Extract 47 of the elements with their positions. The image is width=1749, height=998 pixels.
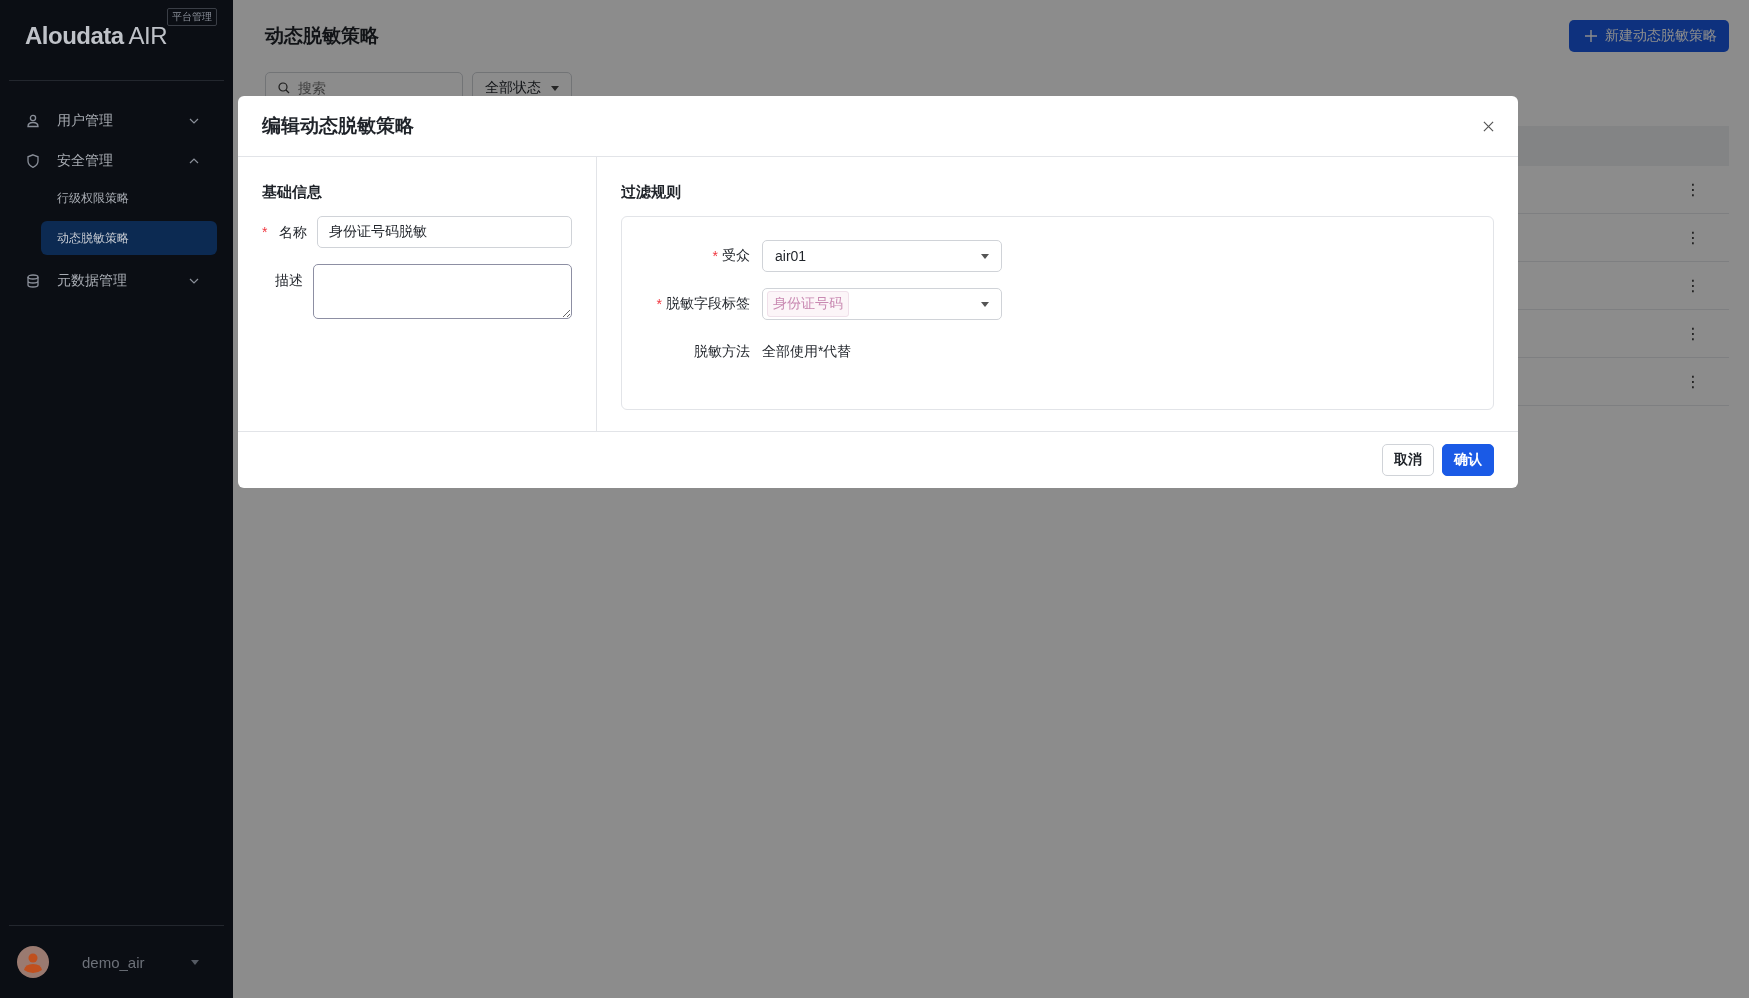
- required-mark: *: [656, 296, 662, 312]
- menu-label: 用户管理: [57, 112, 114, 130]
- section-heading: 过滤规则: [621, 183, 682, 202]
- confirm-button[interactable]: 确认: [1442, 444, 1494, 476]
- menu-group[interactable]: 安全管理: [0, 141, 233, 181]
- page-title: 动态脱敏策略: [265, 24, 379, 48]
- user-name[interactable]: demo_air: [82, 953, 191, 971]
- logo: Aloudata AIR: [25, 22, 168, 49]
- new-policy-button[interactable]: 新建动态脱敏策略: [1569, 20, 1729, 52]
- close-icon[interactable]: [1483, 120, 1494, 132]
- database-icon: [25, 273, 41, 289]
- field-label: 描述: [274, 271, 304, 290]
- field-label: 脱敏字段标签: [666, 295, 750, 313]
- description-input[interactable]: [313, 264, 572, 319]
- menu-item[interactable]: 动态脱敏策略: [41, 221, 217, 255]
- field-label: 名称: [277, 223, 308, 242]
- plus-icon: [1585, 30, 1597, 42]
- dialog-title: 编辑动态脱敏策略: [262, 114, 414, 138]
- more-button[interactable]: ⋮: [1685, 372, 1701, 391]
- tag: 身份证号码: [767, 291, 849, 317]
- shield-icon: [25, 153, 41, 169]
- name-input[interactable]: 身份证号码脱敏: [316, 216, 572, 248]
- required-mark: *: [262, 223, 269, 242]
- section-heading: 基础信息: [262, 183, 323, 202]
- caret-icon: [551, 85, 559, 91]
- more-button[interactable]: ⋮: [1685, 180, 1701, 199]
- avatar-icon[interactable]: [17, 946, 49, 978]
- user-icon: [25, 113, 41, 129]
- platform-badge: 平台管理: [167, 8, 217, 26]
- field-label: 脱敏方法: [694, 343, 750, 361]
- more-button[interactable]: ⋮: [1685, 228, 1701, 247]
- required-mark: *: [712, 248, 718, 264]
- audience-select[interactable]: air01: [762, 240, 1002, 272]
- more-button[interactable]: ⋮: [1685, 324, 1701, 343]
- menu-group[interactable]: 用户管理: [0, 101, 233, 141]
- caret-icon: [981, 253, 989, 259]
- menu-item[interactable]: 行级权限策略: [41, 181, 217, 215]
- caret-icon: [981, 301, 989, 307]
- field-value: 全部使用*代替: [762, 343, 852, 361]
- menu-group[interactable]: 元数据管理: [0, 261, 233, 301]
- search-icon: [278, 82, 290, 94]
- caret-icon: [191, 959, 199, 965]
- cancel-button[interactable]: 取消: [1382, 444, 1434, 476]
- more-button[interactable]: ⋮: [1685, 276, 1701, 295]
- field-label: 受众: [722, 247, 750, 265]
- menu-label: 元数据管理: [57, 272, 128, 290]
- menu-label: 安全管理: [57, 152, 114, 170]
